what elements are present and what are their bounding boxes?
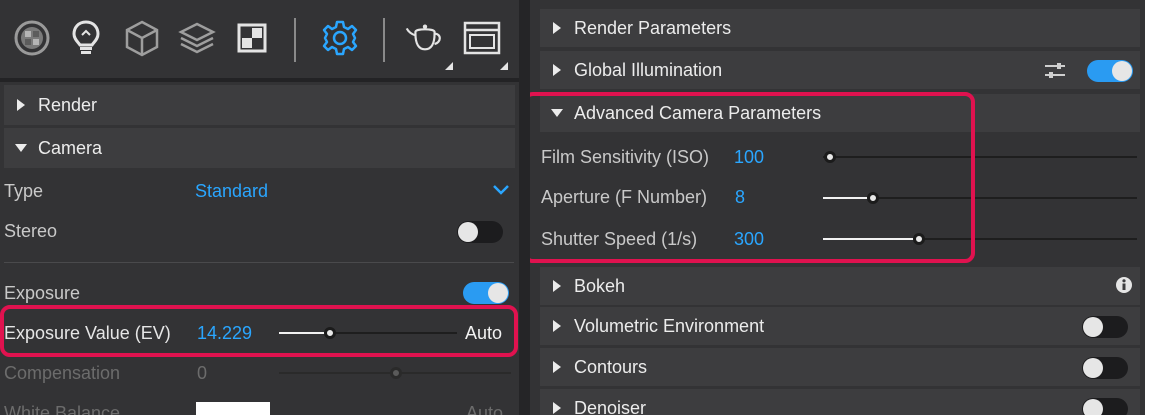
caret-right-icon bbox=[540, 22, 574, 34]
right-panel: Render Parameters Global Illumination Ad… bbox=[530, 0, 1145, 415]
global-illumination-toggle[interactable] bbox=[1087, 60, 1133, 82]
dropdown-corner-icon bbox=[500, 62, 508, 70]
white-balance-swatch[interactable] bbox=[196, 402, 270, 415]
section-bokeh-label: Bokeh bbox=[574, 275, 626, 296]
section-contours[interactable]: Contours bbox=[540, 348, 1140, 386]
caret-right-icon bbox=[540, 320, 574, 332]
window-edge bbox=[1145, 0, 1150, 415]
volumetric-toggle[interactable] bbox=[1082, 316, 1128, 338]
materials-icon[interactable] bbox=[12, 16, 52, 60]
caret-right-icon bbox=[540, 402, 574, 414]
toolbar-divider bbox=[0, 78, 519, 82]
section-camera[interactable]: Camera bbox=[4, 128, 515, 168]
type-select-value[interactable]: Standard bbox=[195, 181, 268, 202]
section-bokeh[interactable]: Bokeh bbox=[540, 267, 1140, 305]
caret-right-icon bbox=[540, 280, 574, 292]
section-camera-label: Camera bbox=[38, 137, 103, 158]
section-render-label: Render bbox=[38, 94, 98, 115]
caret-right-icon bbox=[4, 99, 38, 111]
texture-icon[interactable] bbox=[232, 16, 272, 60]
compensation-label: Compensation bbox=[4, 363, 121, 383]
white-balance-auto[interactable]: Auto bbox=[466, 403, 503, 415]
section-global-illumination-label: Global Illumination bbox=[574, 59, 723, 80]
caret-down-icon bbox=[4, 144, 38, 152]
sliders-settings-icon[interactable] bbox=[1044, 62, 1066, 85]
caret-right-icon bbox=[540, 64, 574, 76]
exposure-toggle[interactable] bbox=[463, 282, 509, 304]
denoiser-toggle[interactable] bbox=[1082, 398, 1128, 415]
toolbar-separator bbox=[294, 18, 296, 62]
section-volumetric-environment[interactable]: Volumetric Environment bbox=[540, 307, 1140, 345]
advanced-camera-highlight bbox=[530, 92, 975, 263]
section-denoiser-label: Denoiser bbox=[574, 397, 647, 415]
info-icon[interactable] bbox=[1115, 276, 1133, 299]
dropdown-corner-icon bbox=[445, 62, 453, 70]
type-label: Type bbox=[4, 181, 44, 201]
lightbulb-icon[interactable] bbox=[66, 16, 106, 60]
toolbar bbox=[0, 0, 519, 78]
compensation-value[interactable]: 0 bbox=[197, 363, 207, 384]
compensation-slider-knob[interactable] bbox=[390, 367, 402, 379]
section-volumetric-label: Volumetric Environment bbox=[574, 315, 765, 336]
teapot-icon[interactable] bbox=[405, 16, 445, 60]
section-render[interactable]: Render bbox=[4, 85, 515, 125]
white-balance-label: White Balance bbox=[4, 403, 121, 415]
stereo-toggle[interactable] bbox=[457, 221, 503, 243]
panel-divider[interactable] bbox=[519, 0, 530, 415]
contours-toggle[interactable] bbox=[1082, 357, 1128, 379]
layers-icon[interactable] bbox=[177, 16, 217, 60]
left-panel: Render Camera Type Standard Stereo Expos… bbox=[0, 0, 519, 415]
section-contours-label: Contours bbox=[574, 356, 648, 377]
chevron-down-icon[interactable] bbox=[492, 183, 510, 202]
divider bbox=[4, 262, 514, 263]
section-render-parameters[interactable]: Render Parameters bbox=[540, 9, 1140, 47]
gear-icon[interactable] bbox=[320, 16, 360, 60]
cube-icon[interactable] bbox=[122, 16, 162, 60]
exposure-value-highlight bbox=[0, 305, 518, 357]
toolbar-separator bbox=[383, 18, 385, 62]
caret-right-icon bbox=[540, 361, 574, 373]
window-icon[interactable] bbox=[462, 16, 502, 60]
section-denoiser[interactable]: Denoiser bbox=[540, 389, 1140, 415]
exposure-label: Exposure bbox=[4, 283, 81, 303]
section-render-parameters-label: Render Parameters bbox=[574, 17, 732, 38]
stereo-label: Stereo bbox=[4, 221, 58, 241]
